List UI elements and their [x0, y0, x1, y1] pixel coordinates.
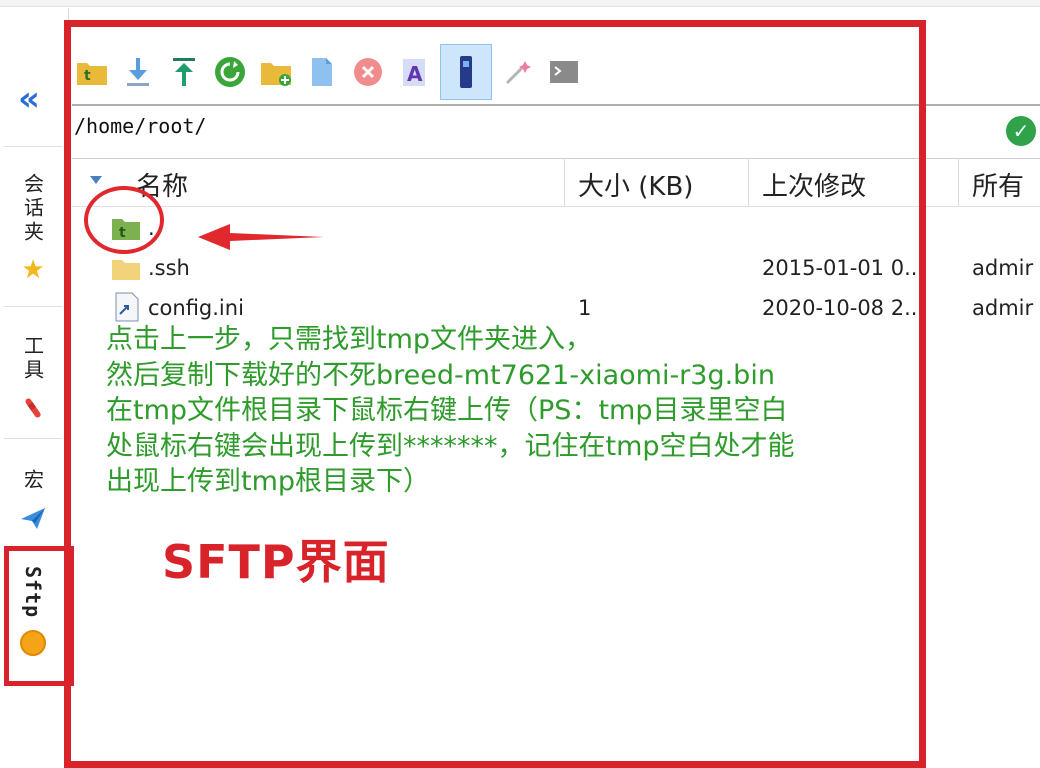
note-line: 点击上一步，只需找到tmp文件夹进入，	[106, 324, 593, 355]
file-modified: 2020-10-08 2...	[762, 296, 925, 320]
star-icon: ★	[21, 255, 45, 285]
file-name: config.ini	[148, 296, 244, 320]
sftp-caption: SFTP界面	[162, 535, 390, 589]
sidebar-tab-sessions[interactable]: 会话夹 ★	[4, 146, 62, 307]
new-file-icon[interactable]	[302, 52, 342, 92]
window-top-strip	[0, 0, 1040, 7]
folder-icon	[110, 256, 142, 287]
file-list-header: 名称 大小 (KB) 上次修改 所有	[72, 158, 1040, 207]
tools-icon	[20, 395, 46, 426]
new-folder-icon[interactable]	[256, 52, 296, 92]
pointer-arrow-icon	[198, 224, 324, 250]
download-icon[interactable]	[118, 52, 158, 92]
column-divider[interactable]	[564, 158, 565, 206]
svg-text:A: A	[407, 62, 423, 86]
note-line: 处鼠标右键会出现上传到*******，记住在tmp空白处才能	[106, 430, 795, 462]
file-size: 1	[578, 296, 592, 320]
sidebar-tab-label: 会话夹	[20, 173, 45, 245]
column-divider[interactable]	[748, 158, 749, 206]
column-divider[interactable]	[958, 158, 959, 206]
rename-icon[interactable]: A	[394, 52, 434, 92]
column-modified[interactable]: 上次修改	[762, 166, 866, 203]
check-icon[interactable]: ✓	[1006, 116, 1036, 146]
sidebar-tab-macros[interactable]: 宏	[4, 438, 62, 555]
path-bar[interactable]: /home/root/ ✓	[72, 104, 1040, 159]
delete-icon[interactable]	[348, 52, 388, 92]
collapse-sidebar-icon[interactable]: «	[18, 82, 40, 116]
sidebar-tab-label: 工具	[20, 335, 45, 383]
refresh-icon[interactable]	[210, 52, 250, 92]
magic-wand-icon[interactable]	[498, 52, 538, 92]
upload-icon[interactable]	[164, 52, 204, 92]
sftp-toolbar: t A	[72, 40, 920, 104]
column-size[interactable]: 大小 (KB)	[578, 166, 693, 203]
note-line: 在tmp文件根目录下鼠标右键上传（PS：tmp目录里空白	[106, 395, 788, 426]
sidebar-tab-label: 宏	[20, 469, 45, 493]
console-icon[interactable]	[544, 52, 584, 92]
instruction-note: 点击上一步，只需找到tmp文件夹进入， 然后复制下载好的不死breed-mt76…	[106, 322, 916, 500]
sort-desc-icon[interactable]	[90, 176, 102, 184]
file-owner: admir	[972, 256, 1034, 280]
sidebar-tab-tools[interactable]: 工具	[4, 306, 62, 439]
current-path[interactable]: /home/root/	[74, 114, 206, 138]
paper-plane-icon	[19, 505, 47, 536]
file-row[interactable]: .ssh 2015-01-01 0... admir	[72, 250, 1040, 288]
file-name: .ssh	[148, 256, 190, 280]
column-owner[interactable]: 所有	[972, 166, 1024, 203]
parent-folder-icon[interactable]: t	[72, 52, 112, 92]
svg-text:t: t	[84, 68, 91, 84]
parent-folder-highlight-circle	[84, 186, 164, 254]
sftp-tab-highlight	[4, 546, 74, 686]
file-owner: admir	[972, 296, 1034, 320]
terminal-sync-icon[interactable]	[440, 44, 492, 100]
note-line: 出现上传到tmp根目录下）	[106, 466, 431, 497]
file-modified: 2015-01-01 0...	[762, 256, 925, 280]
note-line: 然后复制下载好的不死breed-mt7621-xiaomi-r3g.bin	[106, 359, 775, 391]
